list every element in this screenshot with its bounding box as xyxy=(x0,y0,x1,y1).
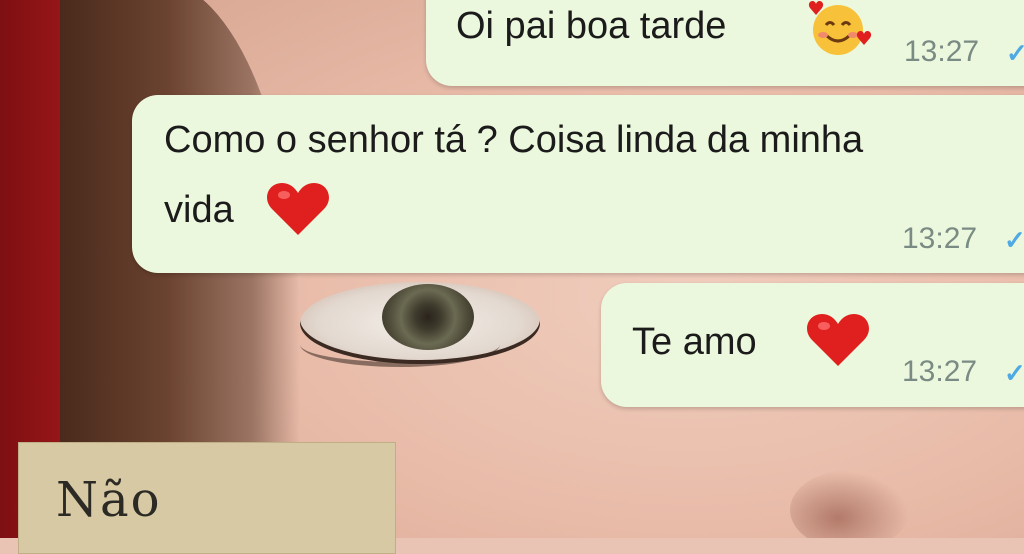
message-time: 13:27 xyxy=(904,35,980,68)
message-text-line: Como o senhor tá ? Coisa linda da minha xyxy=(164,119,864,161)
red-heart-icon xyxy=(267,183,329,235)
read-receipt-icon: ✓ xyxy=(1006,38,1024,68)
wallpaper-note-text: Não xyxy=(56,472,162,528)
red-heart-icon xyxy=(807,314,869,366)
message-bubble-outgoing[interactable]: Oi pai boa tarde 13:27 ✓ xyxy=(426,0,1024,86)
read-receipt-icon: ✓ xyxy=(1004,358,1024,388)
message-time: 13:27 xyxy=(902,222,978,255)
wallpaper-lashes xyxy=(300,322,500,367)
message-text-line: vida xyxy=(164,189,234,231)
message-bubble-outgoing[interactable]: Como o senhor tá ? Coisa linda da minha … xyxy=(132,95,1024,273)
message-time: 13:27 xyxy=(902,355,978,388)
read-receipt-icon: ✓ xyxy=(1004,225,1024,255)
message-text: Oi pai boa tarde xyxy=(456,5,727,47)
message-text: Te amo xyxy=(632,321,757,363)
message-bubble-outgoing[interactable]: Te amo 13:27 ✓ xyxy=(601,283,1024,407)
smiling-face-with-hearts-icon xyxy=(808,1,872,55)
